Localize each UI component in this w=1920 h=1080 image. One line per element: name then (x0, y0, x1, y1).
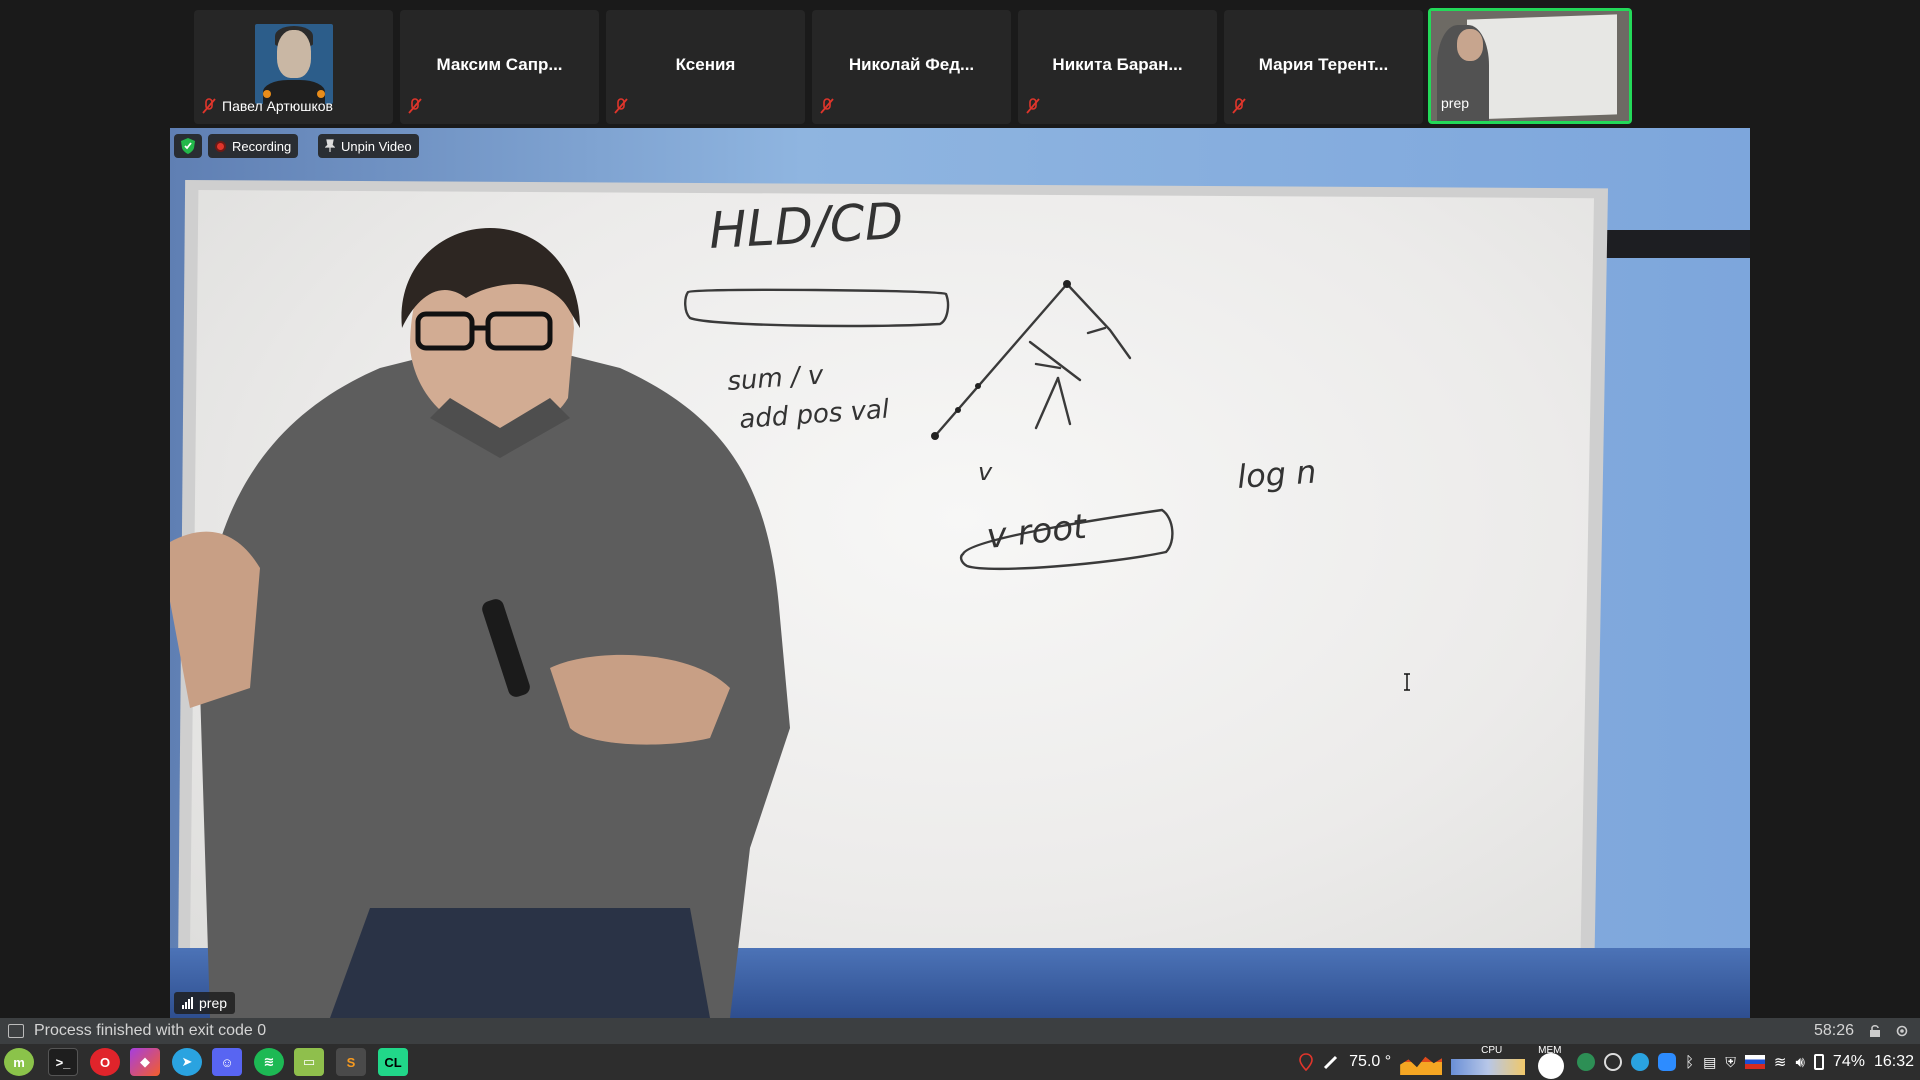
status-time: 58:26 (1813, 1022, 1854, 1039)
sublime-icon[interactable]: S (336, 1048, 366, 1076)
vpn-icon[interactable] (1577, 1053, 1596, 1071)
participant-tile[interactable]: Ксения (606, 10, 805, 124)
bluetooth-icon[interactable]: ᛒ (1685, 1054, 1694, 1071)
thermometer-icon (1324, 1055, 1338, 1070)
mic-muted-icon (614, 98, 628, 114)
system-tray: 75.0 ° CPU MEM ᛒ ▤ ⛨ ≋ 🔊︎ 74% 16:32 (1299, 1044, 1914, 1080)
cpu-graph[interactable]: CPU (1451, 1045, 1526, 1075)
participant-tile[interactable]: Николай Фед... (812, 10, 1011, 124)
clion-icon[interactable]: CL (378, 1048, 408, 1076)
participant-name: Павел Артюшков (222, 98, 333, 114)
discord-icon[interactable]: ☺ (212, 1048, 242, 1076)
unpin-video-label: Unpin Video (341, 138, 412, 154)
jetbrains-toolbox-icon[interactable]: ◆ (130, 1048, 160, 1076)
location-pin-icon[interactable] (1299, 1053, 1313, 1071)
participant-name: Николай Фед... (848, 55, 975, 74)
participant-tile[interactable]: Никита Баран... (1018, 10, 1217, 124)
memory-graph[interactable]: MEM (1534, 1045, 1568, 1079)
participant-tile[interactable]: Мария Терент... (1224, 10, 1423, 124)
encryption-shield-icon[interactable] (174, 134, 202, 158)
recording-label: Recording (232, 138, 292, 154)
participant-name: Мария Терент... (1258, 55, 1389, 74)
terminal-icon[interactable]: >_ (48, 1048, 78, 1076)
mic-muted-icon (820, 98, 834, 114)
participant-tile[interactable]: Павел Артюшков (194, 10, 393, 124)
participant-name: Ксения (675, 55, 736, 74)
battery-icon[interactable] (1813, 1054, 1824, 1070)
participant-name: Никита Баран... (1052, 55, 1183, 74)
avatar (254, 24, 333, 104)
temperature: 75.0 ° (1349, 1053, 1392, 1070)
participant-tile-active-speaker[interactable]: prep (1428, 8, 1632, 124)
participant-tile[interactable]: Максим Сапр... (400, 10, 599, 124)
mint-menu-icon[interactable]: m (4, 1048, 34, 1076)
wifi-icon[interactable]: ≋ (1774, 1053, 1787, 1071)
participant-name: prep (1441, 95, 1470, 111)
recording-badge[interactable]: Recording (208, 134, 299, 158)
mic-muted-icon (408, 98, 422, 114)
mic-muted-icon (1026, 98, 1040, 114)
status-message: Process finished with exit code 0 (34, 1022, 267, 1039)
cpu-temp-graph[interactable] (1400, 1056, 1443, 1075)
signal-bars-icon (182, 997, 193, 1009)
telegram-icon[interactable]: ➤ (172, 1048, 202, 1076)
mic-muted-icon (202, 98, 216, 114)
presenter (170, 228, 790, 1018)
recording-icon (215, 140, 226, 152)
telegram-tray-icon[interactable] (1631, 1053, 1650, 1071)
files-icon[interactable]: ▭ (294, 1048, 324, 1076)
cpu-label: CPU (1481, 1045, 1503, 1056)
steam-icon[interactable] (1604, 1053, 1623, 1071)
taskbar: m >_ O ◆ ➤ ☺ ≋ ▭ S CL 75.0 ° CPU MEM ᛒ ▤… (0, 1044, 1920, 1080)
speaker-name-tag: prep (174, 992, 236, 1014)
mic-muted-icon (1232, 98, 1246, 114)
clock[interactable]: 16:32 (1874, 1053, 1914, 1071)
panel-toggle-icon[interactable] (8, 1024, 24, 1038)
zoom-icon[interactable] (1658, 1053, 1677, 1071)
inspector-icon[interactable] (1896, 1024, 1910, 1038)
shield-tray-icon[interactable]: ⛨ (1725, 1054, 1736, 1071)
lock-icon[interactable] (1868, 1024, 1882, 1038)
text-cursor-icon (1404, 673, 1410, 691)
spotify-icon[interactable]: ≋ (254, 1048, 284, 1076)
unpin-video-button[interactable]: Unpin Video (318, 134, 419, 158)
participants-strip: Павел Артюшков Максим Сапр... Ксения Ник… (0, 0, 1920, 126)
ide-status-bar: Process finished with exit code 0 58:26 (0, 1018, 1920, 1044)
keyboard-layout-flag-icon[interactable] (1744, 1055, 1765, 1069)
volume-icon[interactable]: 🔊︎ (1795, 1054, 1804, 1071)
clipboard-icon[interactable]: ▤ (1703, 1054, 1716, 1071)
speaker-name: prep (199, 995, 228, 1011)
participant-name: Максим Сапр... (436, 55, 563, 74)
main-video[interactable]: HLD/CD sum / v add pos val v v root log … (170, 128, 1750, 1018)
opera-icon[interactable]: O (90, 1048, 120, 1076)
battery-percent: 74% (1832, 1053, 1865, 1070)
pin-icon (325, 139, 335, 152)
